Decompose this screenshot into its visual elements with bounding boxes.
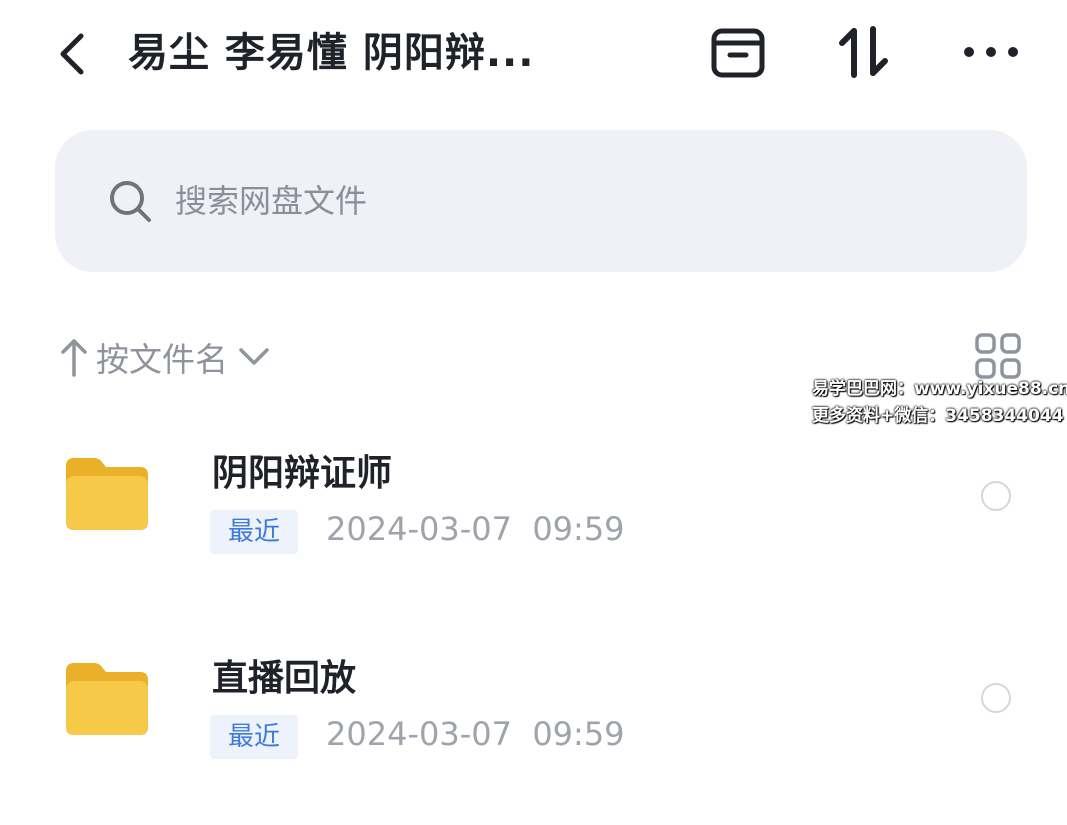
file-name: 直播回放 <box>212 658 357 699</box>
watermark-line-1: 易学巴巴网：www.yixue88.cn <box>812 379 1067 399</box>
sort-button[interactable] <box>836 22 892 82</box>
file-row[interactable]: 阴阳辩证师 最近 2024-03-07 09:59 <box>0 420 1067 620</box>
sort-arrows-icon <box>839 26 888 78</box>
chevron-down-icon <box>239 348 269 365</box>
recent-badge: 最近 <box>210 715 299 759</box>
more-dots-icon <box>964 47 1018 57</box>
file-row[interactable]: 直播回放 最近 2024-03-07 09:59 <box>0 625 1067 825</box>
sort-label: 按文件名 <box>96 340 228 379</box>
folder-icon <box>66 458 148 530</box>
chevron-left-icon <box>60 33 84 75</box>
select-radio[interactable] <box>981 683 1011 713</box>
page-title: 易尘 李易懂 阴阳辩... <box>128 30 535 76</box>
file-time: 2024-03-07 09:59 <box>326 715 625 753</box>
folder-icon <box>66 663 148 735</box>
search-icon <box>110 181 151 222</box>
window-button[interactable] <box>708 22 768 82</box>
file-name: 阴阳辩证师 <box>212 453 393 494</box>
select-radio[interactable] <box>981 481 1011 511</box>
search-bar[interactable] <box>55 130 1027 272</box>
grid-view-button[interactable] <box>974 332 1022 380</box>
search-input[interactable] <box>173 170 937 232</box>
sort-by-name-control[interactable]: 按文件名 <box>60 332 270 382</box>
recent-badge: 最近 <box>210 510 299 554</box>
more-button[interactable] <box>958 22 1024 82</box>
grid-view-icon <box>975 333 1021 379</box>
arrow-up-icon <box>61 339 87 377</box>
back-button[interactable] <box>50 30 94 78</box>
file-time: 2024-03-07 09:59 <box>326 510 625 548</box>
window-icon <box>711 28 765 78</box>
